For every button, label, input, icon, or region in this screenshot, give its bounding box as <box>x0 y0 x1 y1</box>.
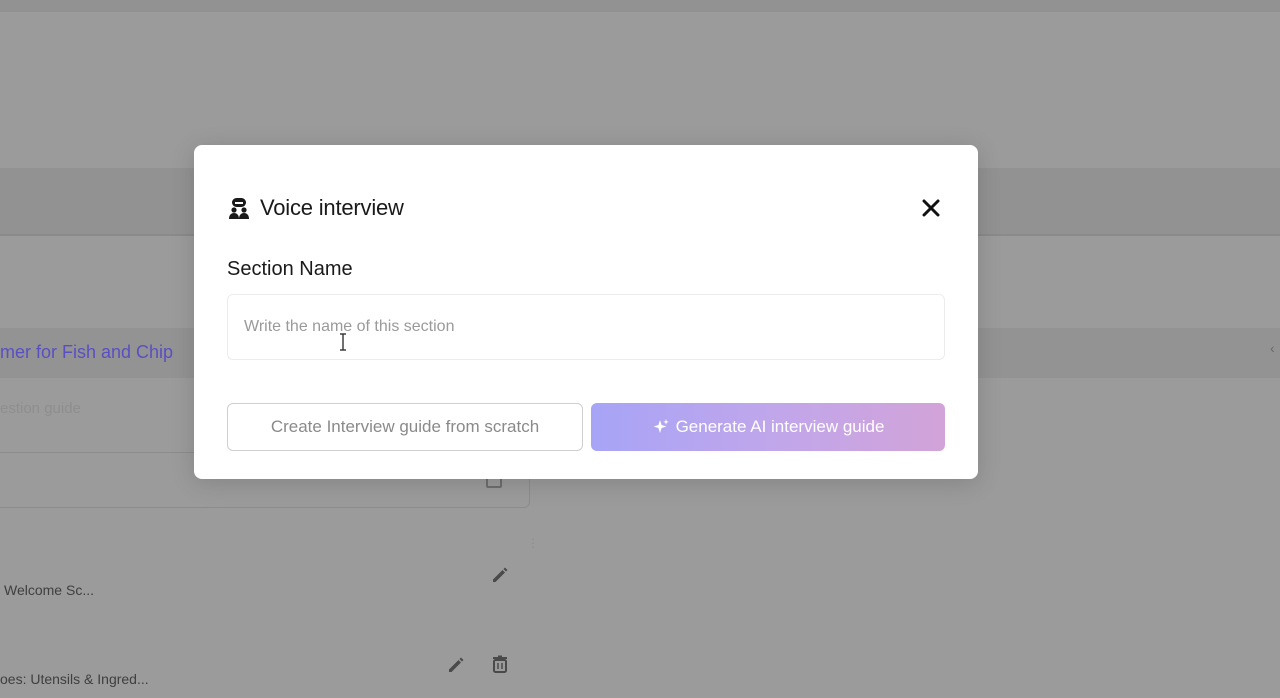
edit-pencil-icon <box>446 654 466 680</box>
generate-ai-guide-label: Generate AI interview guide <box>675 417 885 436</box>
section-row-welcome: Welcome Sc... <box>4 582 94 598</box>
section-name-input[interactable] <box>227 294 945 360</box>
divider-dots: ⋮ <box>527 536 539 550</box>
voice-interview-modal: Voice interview Section Name Create Inte… <box>194 145 978 479</box>
close-icon <box>922 199 940 217</box>
modal-title: Voice interview <box>260 195 404 220</box>
text-cursor-icon <box>340 333 346 351</box>
modal-header: Voice interview <box>227 195 404 221</box>
trash-icon <box>490 654 510 680</box>
edit-pencil-icon <box>490 564 510 590</box>
create-from-scratch-button[interactable]: Create Interview guide from scratch <box>227 403 583 451</box>
survey-title-link: mer for Fish and Chip <box>0 342 174 362</box>
section-name-label: Section Name <box>227 258 353 280</box>
top-bar <box>0 0 1280 12</box>
edge-chevron-icon: ‹ <box>1270 340 1275 356</box>
generate-ai-guide-button[interactable]: Generate AI interview guide <box>591 403 945 451</box>
voice-interview-icon <box>227 196 251 220</box>
sparkle-icon <box>652 418 670 436</box>
section-row-utensils: oes: Utensils & Ingred... <box>0 671 149 687</box>
guide-hint-text: estion guide <box>0 400 81 417</box>
close-button[interactable] <box>920 197 942 219</box>
